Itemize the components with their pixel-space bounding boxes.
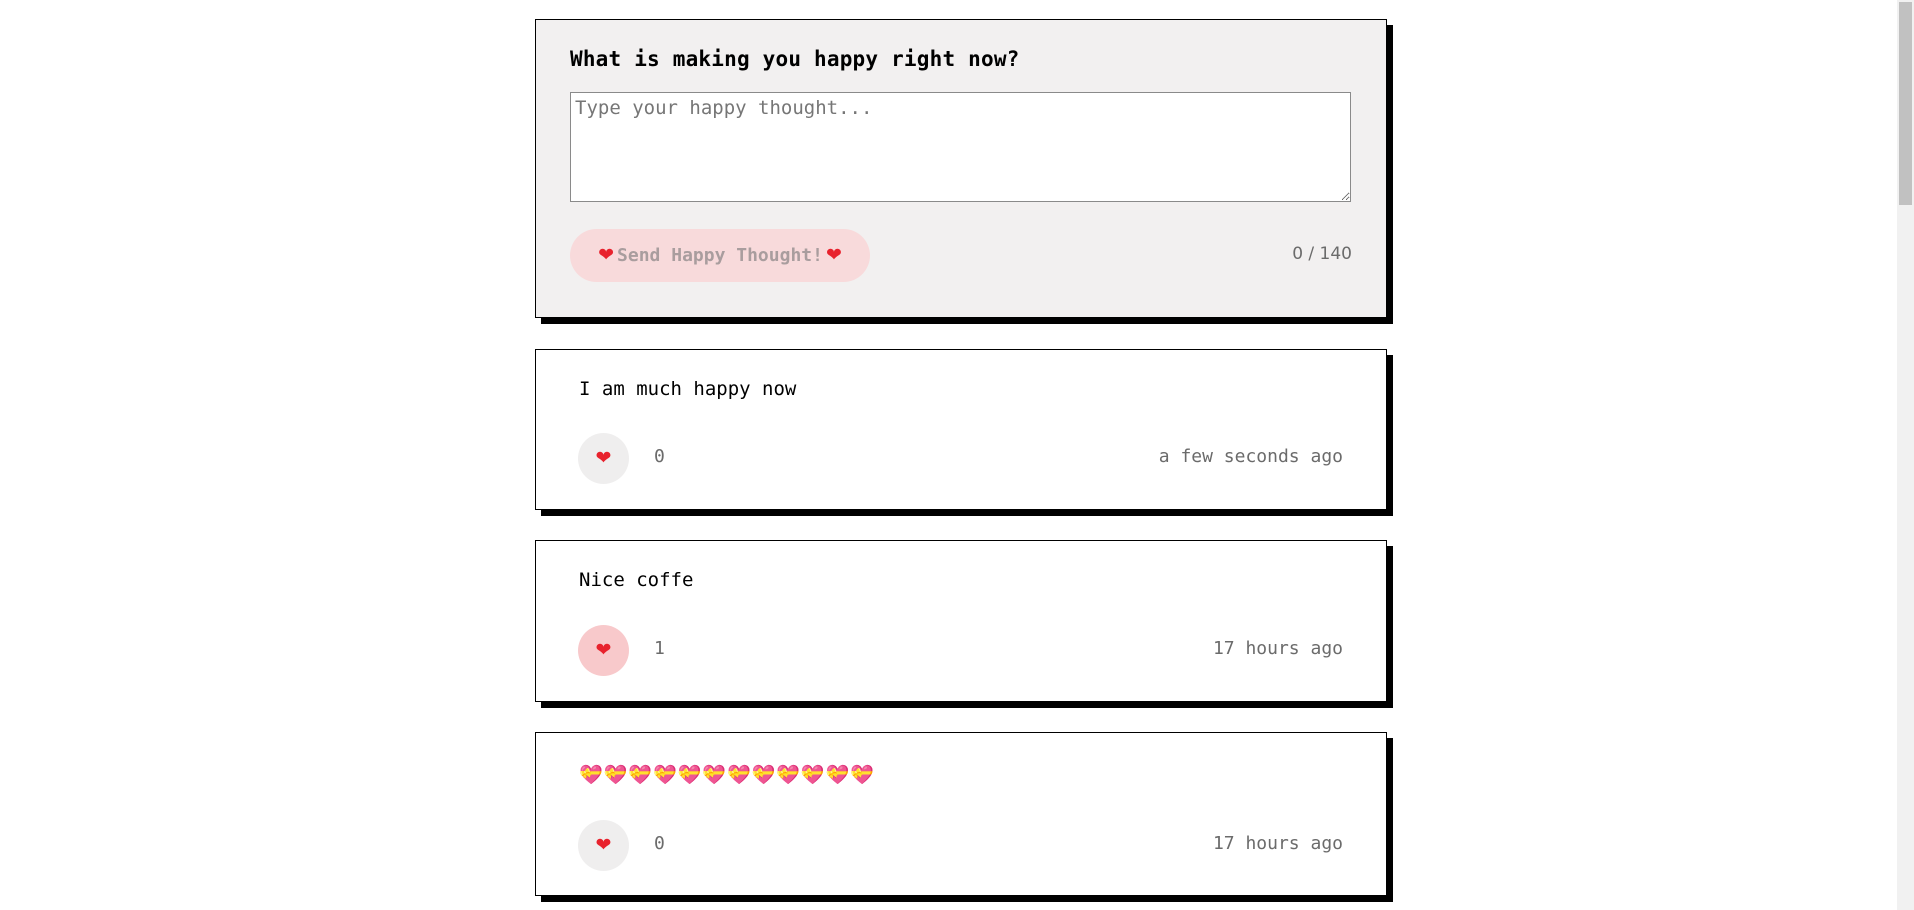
heart-icon: ❤ [595, 447, 612, 469]
thought-message: 💝💝💝💝💝💝💝💝💝💝💝💝 [579, 764, 875, 786]
page: What is making you happy right now? ❤ Se… [0, 0, 1914, 910]
heart-icon: ❤ [595, 639, 612, 661]
happy-thought-form: What is making you happy right now? ❤ Se… [535, 19, 1387, 318]
heart-icon: ❤ [598, 244, 615, 266]
like-count: 1 [654, 638, 665, 659]
like-count: 0 [654, 833, 665, 854]
thought-card: Nice coffe ❤ 1 17 hours ago [535, 540, 1387, 702]
form-title: What is making you happy right now? [570, 47, 1020, 71]
thought-card: I am much happy now ❤ 0 a few seconds ag… [535, 349, 1387, 510]
form-footer: ❤ Send Happy Thought! ❤ 0 / 140 [570, 229, 1352, 283]
heart-icon: ❤ [825, 244, 842, 266]
send-happy-thought-button[interactable]: ❤ Send Happy Thought! ❤ [570, 229, 870, 282]
character-counter: 0 / 140 [1292, 244, 1352, 264]
scrollbar-thumb[interactable] [1899, 2, 1912, 205]
heart-icon: ❤ [595, 834, 612, 856]
like-count: 0 [654, 446, 665, 467]
like-button[interactable]: ❤ [578, 433, 629, 484]
thought-card: 💝💝💝💝💝💝💝💝💝💝💝💝 ❤ 0 17 hours ago [535, 732, 1387, 896]
thought-message: I am much happy now [579, 378, 797, 400]
send-button-label: Send Happy Thought! [617, 245, 823, 266]
vertical-scrollbar[interactable] [1897, 0, 1914, 910]
like-button[interactable]: ❤ [578, 625, 629, 676]
thought-message: Nice coffe [579, 569, 694, 591]
like-button[interactable]: ❤ [578, 820, 629, 871]
thought-input[interactable] [570, 92, 1351, 202]
thoughts-column: What is making you happy right now? ❤ Se… [535, 19, 1387, 896]
time-ago: 17 hours ago [1212, 638, 1343, 659]
time-ago: a few seconds ago [1158, 446, 1343, 467]
time-ago: 17 hours ago [1212, 833, 1343, 854]
